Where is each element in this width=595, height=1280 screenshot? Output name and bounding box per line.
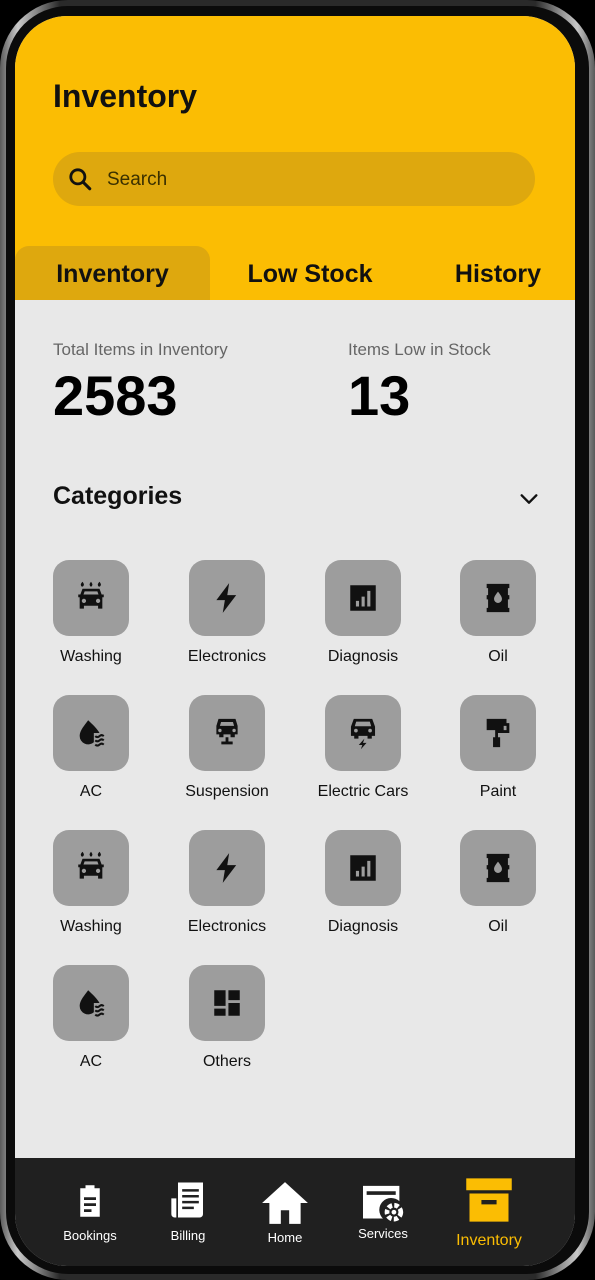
search-input[interactable]: [105, 152, 509, 208]
category-electronics[interactable]: Electronics: [162, 560, 292, 680]
category-paint[interactable]: Paint: [433, 695, 563, 815]
nav-services[interactable]: Services: [333, 1158, 433, 1266]
search-bar[interactable]: [53, 152, 535, 208]
category-label: Electronics: [187, 918, 267, 935]
category-label: AC: [79, 1053, 103, 1070]
nav-label: Billing: [170, 1228, 206, 1243]
categories-title: Categories: [53, 482, 183, 510]
nav-label: Inventory: [456, 1232, 522, 1249]
total-items-value: 2583: [53, 364, 178, 427]
ac-droplet-icon: [79, 990, 105, 1017]
category-label: Washing: [60, 918, 122, 935]
category-label: Diagnosis: [327, 648, 399, 665]
bottom-nav: Bookings Billing Home Services Inventory: [15, 1158, 575, 1266]
category-label: Washing: [60, 648, 122, 665]
category-label: AC: [79, 783, 103, 800]
category-oil[interactable]: Oil: [433, 560, 563, 680]
bar-chart-icon: [350, 585, 376, 611]
category-suspension[interactable]: Suspension: [162, 695, 292, 815]
nav-label: Bookings: [63, 1228, 117, 1243]
category-label: Diagnosis: [327, 918, 399, 935]
oil-barrel-icon: [486, 583, 510, 613]
category-label: Paint: [479, 783, 517, 800]
services-gear-icon: [363, 1185, 404, 1222]
category-diagnosis[interactable]: Diagnosis: [298, 560, 428, 680]
category-label: Others: [202, 1053, 251, 1070]
nav-inventory[interactable]: Inventory: [439, 1158, 539, 1266]
category-diagnosis[interactable]: Diagnosis: [298, 830, 428, 950]
low-stock-label: Items Low in Stock: [348, 340, 491, 359]
header: Inventory Inventory Low Stock History: [15, 16, 575, 300]
search-icon: [69, 168, 92, 191]
nav-label: Home: [267, 1230, 303, 1245]
car-wash-icon: [78, 851, 104, 879]
nav-billing[interactable]: Billing: [138, 1158, 238, 1266]
category-others[interactable]: Others: [162, 965, 292, 1085]
electric-car-icon: [350, 718, 376, 750]
nav-home[interactable]: Home: [235, 1158, 335, 1266]
category-label: Electric Cars: [317, 783, 409, 800]
lightning-bolt-icon: [216, 583, 237, 613]
ac-droplet-icon: [79, 720, 105, 747]
car-wash-icon: [78, 581, 104, 609]
car-suspension-icon: [216, 718, 238, 745]
total-items-label: Total Items in Inventory: [53, 340, 228, 359]
lightning-bolt-icon: [216, 853, 237, 883]
page-title: Inventory: [53, 78, 198, 114]
category-electronics[interactable]: Electronics: [162, 830, 292, 950]
tab-history[interactable]: History: [423, 246, 573, 300]
category-oil[interactable]: Oil: [433, 830, 563, 950]
archive-box-icon: [466, 1178, 512, 1222]
chevron-down-icon[interactable]: [518, 488, 540, 510]
oil-barrel-icon: [486, 853, 510, 883]
bar-chart-icon: [350, 855, 376, 881]
app-screen: Inventory Inventory Low Stock History To…: [15, 16, 575, 1266]
tab-low-stock[interactable]: Low Stock: [225, 246, 395, 300]
category-ac[interactable]: AC: [26, 965, 156, 1085]
low-stock-value: 13: [348, 364, 411, 427]
clipboard-icon: [80, 1185, 100, 1217]
category-washing[interactable]: Washing: [26, 560, 156, 680]
paint-roller-icon: [486, 718, 510, 748]
category-label: Suspension: [185, 783, 269, 800]
tab-inventory[interactable]: Inventory: [15, 246, 210, 300]
category-electric-cars[interactable]: Electric Cars: [298, 695, 428, 815]
category-label: Oil: [488, 918, 508, 935]
category-label: Oil: [488, 648, 508, 665]
category-label: Electronics: [187, 648, 267, 665]
nav-bookings[interactable]: Bookings: [40, 1158, 140, 1266]
grid-icon: [214, 990, 240, 1016]
category-washing[interactable]: Washing: [26, 830, 156, 950]
nav-label: Services: [358, 1226, 408, 1241]
receipt-icon: [171, 1182, 203, 1218]
home-icon: [262, 1182, 308, 1224]
category-ac[interactable]: AC: [26, 695, 156, 815]
